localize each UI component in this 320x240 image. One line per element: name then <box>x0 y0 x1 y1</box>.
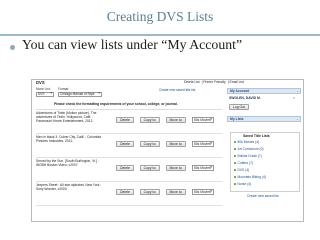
logout-button[interactable]: Log Out <box>229 104 249 110</box>
move-to-button[interactable]: Move to: <box>166 165 186 171</box>
delete-button[interactable]: Delete <box>116 189 134 195</box>
saved-list-item[interactable]: Art Curriculum (0) <box>234 147 264 152</box>
delete-list-link[interactable]: Delete List <box>184 80 200 84</box>
email-list-link[interactable]: Email List <box>230 80 244 84</box>
slide-title: Creating DVS Lists <box>106 9 214 24</box>
list-divider <box>36 109 222 110</box>
top-links: Delete List | Printer Friendly | Email Lis… <box>184 80 244 84</box>
target-list-select[interactable]: 80s Movies <box>192 141 214 147</box>
copy-to-button[interactable]: Copy to: <box>140 189 160 195</box>
move-list-select[interactable]: DVS <box>36 92 54 97</box>
list-row: Jeepers Street : All star alphabet. New … <box>36 183 222 206</box>
format-select[interactable]: Chicago Manual of Style <box>58 92 102 97</box>
formatting-instructions: Please check the formatting requirements… <box>54 102 178 106</box>
citation-text: Served by the Sun. [South Burlington, Vt… <box>36 159 99 167</box>
saved-list-item[interactable]: Norse (4) <box>234 182 252 187</box>
delete-button[interactable]: Delete <box>116 117 134 123</box>
list-row: Adventures of Tintin (Motion picture). T… <box>36 111 222 134</box>
my-account-title: My Account <box>230 89 250 93</box>
saved-list-item[interactable]: Mountain Biking (4) <box>234 175 266 180</box>
saved-lists-title: Saved Title Lists <box>243 134 270 138</box>
saved-list-item[interactable]: 80s Movies (4) <box>234 140 260 145</box>
user-name: SWOLEN, DAVID M. <box>229 96 261 100</box>
account-sidebar: My Account - SWOLEN, DAVID M. x Log Out … <box>227 88 301 221</box>
copy-to-button[interactable]: Copy to: <box>140 117 160 123</box>
printer-friendly-link[interactable]: Printer Friendly <box>203 80 225 84</box>
saved-lists-box: Saved Title Lists 80s Movies (4) Art Cur… <box>230 132 300 192</box>
delete-button[interactable]: Delete <box>116 165 134 171</box>
move-to-button[interactable]: Move to: <box>166 189 186 195</box>
citation-text: Jeepers Street : All star alphabet. New … <box>36 183 102 191</box>
dvs-screenshot: DVS Delete List | Printer Friendly | Email… <box>31 79 304 222</box>
target-list-select[interactable]: 80s Movies <box>192 117 214 123</box>
my-lists-title: My Lists <box>230 117 244 121</box>
my-account-header[interactable]: My Account - <box>227 88 301 94</box>
my-lists-header[interactable]: My Lists - <box>227 116 301 122</box>
delete-button[interactable]: Delete <box>116 141 134 147</box>
slide: Creating DVS Lists You can view lists un… <box>0 0 320 240</box>
collapse-icon[interactable]: - <box>297 89 298 94</box>
saved-list-item[interactable]: Cutters (7) <box>234 161 254 166</box>
citation-text: Adventures of Tintin (Motion picture). T… <box>36 111 97 123</box>
target-list-select[interactable]: 80s Movies <box>192 165 214 171</box>
app-name: DVS <box>36 80 45 85</box>
saved-list-item[interactable]: DVS (4) <box>234 168 250 173</box>
list-row: Served by the Sun. [South Burlington, Vt… <box>36 159 222 182</box>
bullet-text: You can view lists under “My Account” <box>22 37 243 52</box>
close-icon[interactable]: x <box>293 96 295 101</box>
title-divider <box>0 34 320 36</box>
target-list-select[interactable]: 80s Movies <box>192 189 214 195</box>
create-new-list-link[interactable]: Create new saved list <box>247 194 279 199</box>
create-saved-list-link[interactable]: Create new saved title list <box>159 88 195 93</box>
collapse-icon[interactable]: - <box>297 117 298 122</box>
citation-text: Men in black 3. Culver City, Calif. : Co… <box>36 135 101 143</box>
bullet-icon <box>10 45 15 50</box>
copy-to-button[interactable]: Copy to: <box>140 141 160 147</box>
copy-to-button[interactable]: Copy to: <box>140 165 160 171</box>
move-to-button[interactable]: Move to: <box>166 117 186 123</box>
saved-list-item[interactable]: Bolivia Crash (7) <box>234 154 262 159</box>
list-row: Men in black 3. Culver City, Calif. : Co… <box>36 135 222 158</box>
move-to-button[interactable]: Move to: <box>166 141 186 147</box>
